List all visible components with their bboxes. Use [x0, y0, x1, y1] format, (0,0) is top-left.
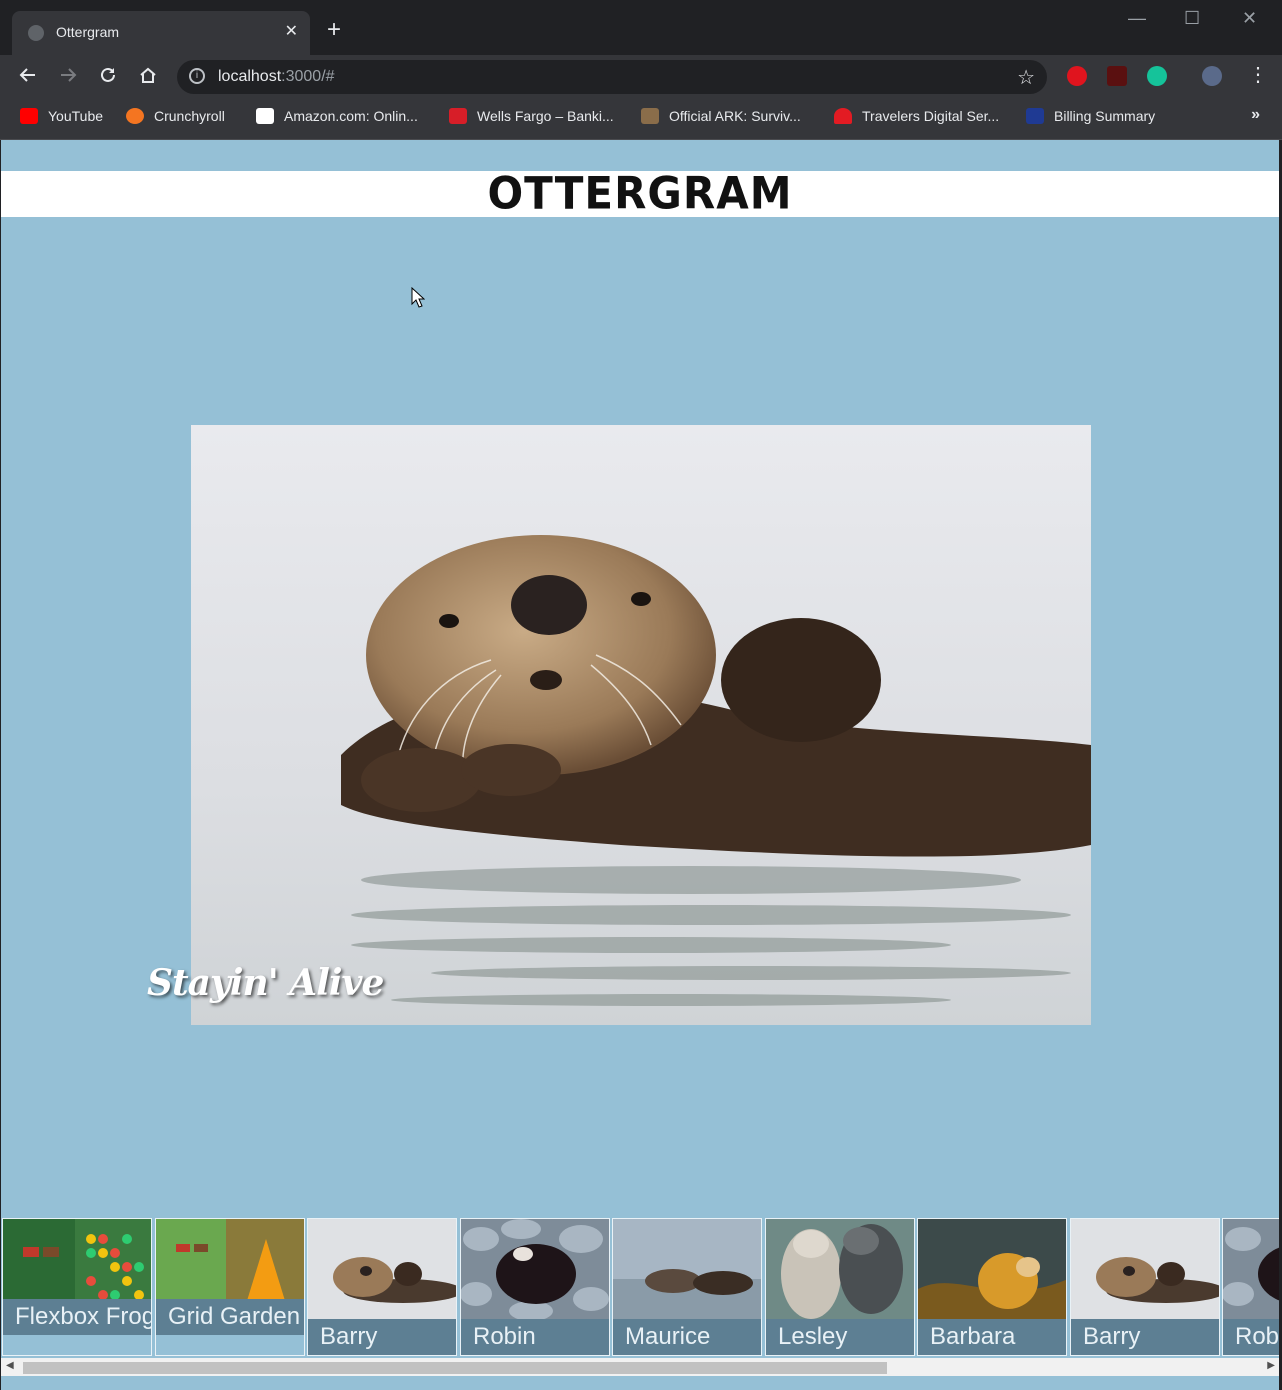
youtube-icon: [20, 108, 38, 124]
thumbnail-item[interactable]: Barry: [1070, 1218, 1220, 1356]
thumbnail-item[interactable]: Flexbox Froggy: [2, 1218, 152, 1356]
thumbnail-image: [918, 1219, 1066, 1319]
thumbnail-title: Robin: [1223, 1319, 1279, 1355]
forward-icon[interactable]: [58, 65, 78, 90]
home-icon[interactable]: [138, 65, 158, 90]
ark-icon: [641, 108, 659, 124]
amazon-icon: [256, 108, 274, 124]
tab-title: Ottergram: [56, 24, 120, 40]
thumbnail-title: Barry: [308, 1319, 456, 1355]
bookmarks-overflow-icon[interactable]: »: [1251, 106, 1260, 124]
thumbnail-image: [766, 1219, 914, 1319]
thumbnail-item[interactable]: Robin: [1222, 1218, 1279, 1356]
browser-tab[interactable]: Ottergram ✕: [12, 11, 310, 55]
adblock-extension-icon[interactable]: [1067, 66, 1087, 86]
thumbnail-title: Flexbox Froggy: [3, 1299, 151, 1335]
menu-kebab-icon[interactable]: ⋮: [1248, 64, 1268, 86]
profile-avatar-icon[interactable]: [1202, 66, 1222, 86]
bookmark-wells-fargo[interactable]: Wells Fargo – Banki...: [449, 108, 614, 124]
detail-image: [191, 425, 1091, 1025]
pdf-extension-icon[interactable]: [1107, 66, 1127, 86]
thumbnail-item[interactable]: Robin: [460, 1218, 610, 1356]
new-tab-button[interactable]: +: [327, 18, 341, 42]
thumbnail-item[interactable]: Maurice: [612, 1218, 762, 1356]
browser-toolbar: i localhost:3000/# ☆ ⋮: [0, 55, 1282, 99]
site-header: OTTERGRAM: [1, 167, 1279, 220]
thumbnail-list: Flexbox Froggy Grid Garden Barry: [1, 1218, 1279, 1358]
thumbnail-item[interactable]: Barbara: [917, 1218, 1067, 1356]
wellsfargo-icon: [449, 108, 467, 124]
mouse-cursor-icon: [411, 287, 425, 308]
scroll-right-icon[interactable]: ▶: [1267, 1360, 1275, 1371]
bookmark-ark[interactable]: Official ARK: Surviv...: [641, 108, 801, 124]
maximize-icon[interactable]: ☐: [1184, 8, 1200, 29]
close-window-icon[interactable]: ✕: [1242, 8, 1257, 29]
bookmark-crunchyroll[interactable]: Crunchyroll: [126, 108, 225, 124]
scroll-left-icon[interactable]: ◀: [6, 1360, 14, 1371]
bookmark-amazon[interactable]: Amazon.com: Onlin...: [256, 108, 418, 124]
thumbnail-image: [613, 1219, 761, 1319]
url-text[interactable]: localhost:3000/#: [218, 68, 335, 86]
site-info-icon[interactable]: i: [189, 68, 205, 84]
bookmark-billing-summary[interactable]: Billing Summary: [1026, 108, 1155, 124]
thumbnail-image: [308, 1219, 456, 1319]
crunchyroll-icon: [126, 108, 144, 124]
thumbnail-image: [461, 1219, 609, 1319]
horizontal-scrollbar[interactable]: ◀ ▶: [1, 1358, 1279, 1376]
thumbnail-image: [1223, 1219, 1279, 1319]
thumbnail-item[interactable]: Barry: [307, 1218, 457, 1356]
detail-title: Stayin' Alive: [147, 962, 384, 1004]
travelers-umbrella-icon: [834, 108, 852, 124]
minimize-icon[interactable]: —: [1128, 8, 1146, 29]
bookmark-youtube[interactable]: YouTube: [20, 108, 103, 124]
thumbnail-title: Barry: [1071, 1319, 1219, 1355]
grammarly-extension-icon[interactable]: [1147, 66, 1167, 86]
logo-text: OTTERGRAM: [487, 167, 793, 220]
scrollbar-thumb[interactable]: [23, 1362, 887, 1374]
back-icon[interactable]: [18, 65, 38, 90]
thumbnail-title: Grid Garden: [156, 1299, 304, 1335]
ottergram-page: OTTERGRAM Stayin' Alive Flexbox Fro Grid…: [1, 140, 1279, 1390]
address-bar[interactable]: i localhost:3000/# ☆: [177, 60, 1047, 94]
tab-close-icon[interactable]: ✕: [285, 21, 298, 41]
bookmark-travelers[interactable]: Travelers Digital Ser...: [834, 108, 999, 124]
bookmark-star-icon[interactable]: ☆: [1017, 65, 1035, 90]
thumbnail-title: Barbara: [918, 1319, 1066, 1355]
thumbnail-item[interactable]: Grid Garden: [155, 1218, 305, 1356]
tab-strip: Ottergram ✕ + — ☐ ✕: [0, 0, 1282, 55]
reload-icon[interactable]: [98, 65, 118, 90]
globe-icon: [28, 25, 44, 41]
bookmarks-bar: YouTube Crunchyroll Amazon.com: Onlin...…: [0, 99, 1282, 140]
billing-icon: [1026, 108, 1044, 124]
thumbnail-title: Lesley: [766, 1319, 914, 1355]
thumbnail-image: [1071, 1219, 1219, 1319]
thumbnail-item[interactable]: Lesley: [765, 1218, 915, 1356]
thumbnail-title: Maurice: [613, 1319, 761, 1355]
thumbnail-title: Robin: [461, 1319, 609, 1355]
